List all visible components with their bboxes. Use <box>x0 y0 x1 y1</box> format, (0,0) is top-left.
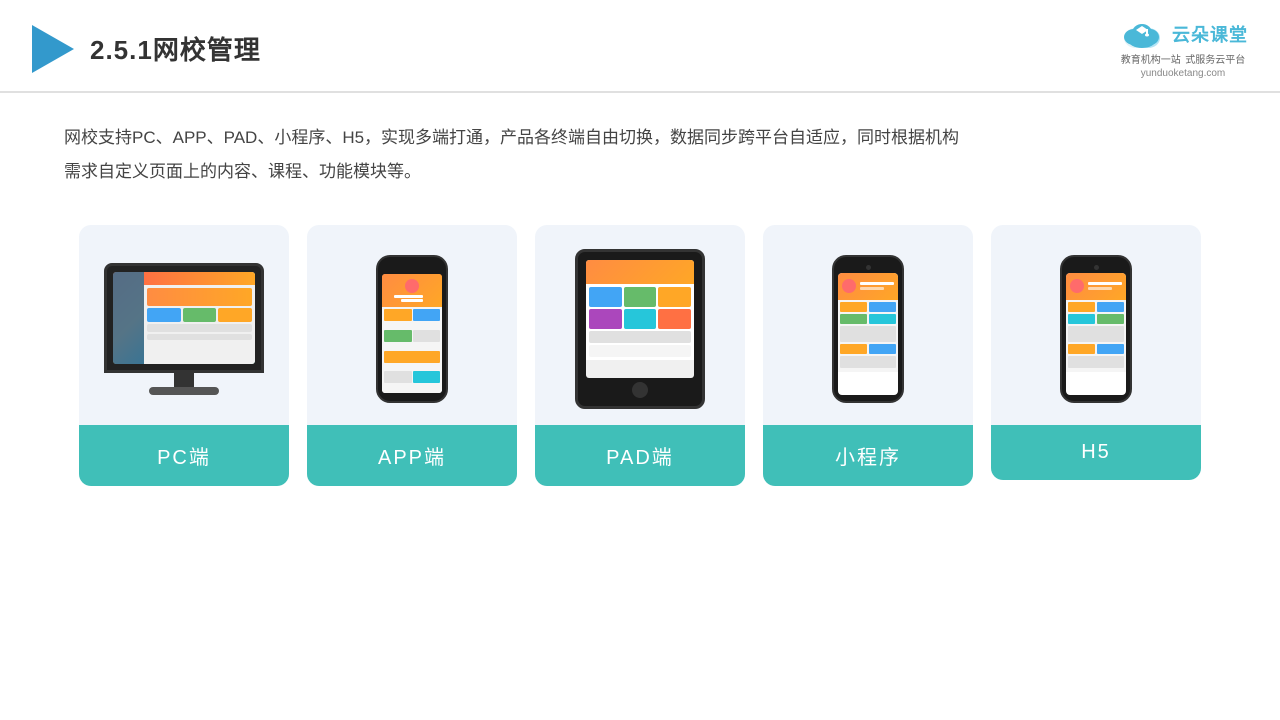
pad-card-label: PAD端 <box>535 425 745 486</box>
h5-image-area <box>991 225 1201 425</box>
cloud-icon <box>1118 18 1166 50</box>
pad-card: PAD端 <box>535 225 745 486</box>
miniprogram-phone-icon <box>832 255 904 403</box>
app-card: APP端 <box>307 225 517 486</box>
miniprogram-card: 小程序 <box>763 225 973 486</box>
brand-url: yunduoketang.com <box>1141 68 1226 79</box>
page-title: 2.5.1网校管理 <box>90 30 261 67</box>
h5-card-label: H5 <box>991 425 1201 480</box>
miniprogram-card-label: 小程序 <box>763 425 973 486</box>
logo-triangle-icon <box>32 25 74 73</box>
description-line2: 需求自定义页面上的内容、课程、功能模块等。 <box>64 155 1036 189</box>
pc-image-area <box>79 225 289 425</box>
header-left: 2.5.1网校管理 <box>32 25 261 73</box>
app-image-area <box>307 225 517 425</box>
description-line1: 网校支持PC、APP、PAD、小程序、H5，实现多端打通，产品各终端自由切换，数… <box>64 121 1036 155</box>
header: 2.5.1网校管理 云朵课堂 教育机构一站 式服务云平台 yunduoketan… <box>0 0 1280 93</box>
pad-tablet-icon <box>575 249 705 409</box>
brand-name: 云朵课堂 <box>1172 21 1248 47</box>
miniprogram-image-area <box>763 225 973 425</box>
cloud-logo: 云朵课堂 <box>1118 18 1248 50</box>
device-cards-container: PC端 <box>0 205 1280 506</box>
pc-card: PC端 <box>79 225 289 486</box>
brand-subtitle: 教育机构一站 式服务云平台 <box>1121 50 1245 68</box>
app-card-label: APP端 <box>307 425 517 486</box>
app-phone-icon <box>376 255 448 403</box>
brand-sub2: 式服务云平台 <box>1185 55 1245 66</box>
pc-card-label: PC端 <box>79 425 289 486</box>
description-text: 网校支持PC、APP、PAD、小程序、H5，实现多端打通，产品各终端自由切换，数… <box>0 93 1100 205</box>
brand-sub1: 教育机构一站 <box>1121 55 1181 66</box>
pc-monitor-icon <box>104 263 264 395</box>
header-right: 云朵课堂 教育机构一站 式服务云平台 yunduoketang.com <box>1118 18 1248 79</box>
h5-phone-icon <box>1060 255 1132 403</box>
h5-card: H5 <box>991 225 1201 480</box>
pad-image-area <box>535 225 745 425</box>
